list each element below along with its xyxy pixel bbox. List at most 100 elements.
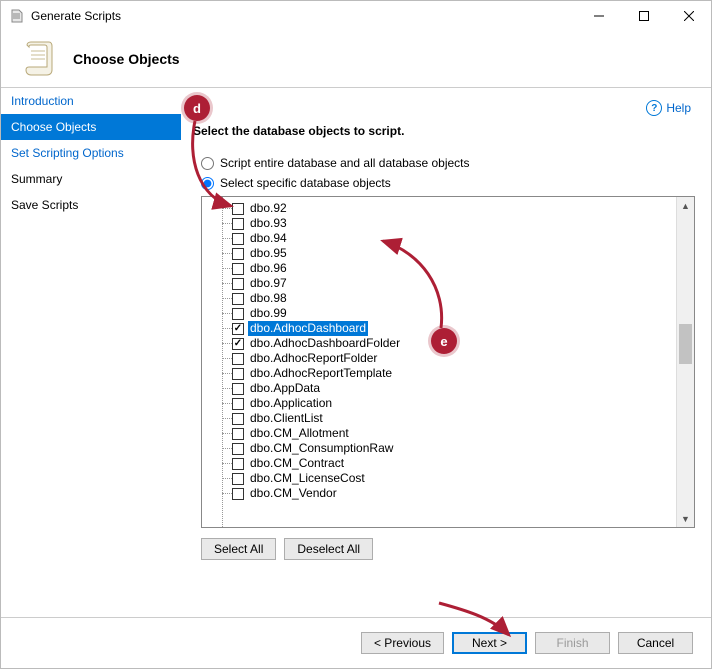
tree-item-label: dbo.92 — [248, 201, 289, 216]
scrollbar[interactable]: ▲ ▼ — [676, 197, 694, 527]
cancel-button[interactable]: Cancel — [618, 632, 693, 654]
radio-entire-database-label: Script entire database and all database … — [220, 156, 470, 170]
wizard-step-save-scripts: Save Scripts — [1, 192, 181, 218]
scroll-thumb[interactable] — [679, 324, 692, 364]
scroll-track[interactable] — [677, 214, 694, 510]
tree-item-label: dbo.CM_Contract — [248, 456, 346, 471]
tree-item[interactable]: dbo.Application — [232, 396, 676, 411]
select-all-button[interactable]: Select All — [201, 538, 276, 560]
tree-item-label: dbo.CM_ConsumptionRaw — [248, 441, 395, 456]
tree-item[interactable]: dbo.AdhocDashboardFolder — [232, 336, 676, 351]
app-icon — [9, 8, 25, 24]
checkbox[interactable] — [232, 488, 244, 500]
checkbox[interactable] — [232, 353, 244, 365]
object-tree-list[interactable]: dbo.92dbo.93dbo.94dbo.95dbo.96dbo.97dbo.… — [202, 197, 676, 527]
checkbox[interactable] — [232, 428, 244, 440]
tree-item-label: dbo.CM_LicenseCost — [248, 471, 367, 486]
body: IntroductionChoose ObjectsSet Scripting … — [1, 88, 711, 617]
main-panel: ? Help Select the database objects to sc… — [181, 88, 711, 617]
tree-item-label: dbo.93 — [248, 216, 289, 231]
tree-item-label: dbo.AdhocReportFolder — [248, 351, 379, 366]
radio-specific-objects-input[interactable] — [201, 177, 214, 190]
help-link[interactable]: ? Help — [646, 100, 691, 116]
next-button[interactable]: Next > — [452, 632, 527, 654]
tree-item-label: dbo.99 — [248, 306, 289, 321]
checkbox[interactable] — [232, 203, 244, 215]
tree-item[interactable]: dbo.CM_Vendor — [232, 486, 676, 501]
radio-specific-objects[interactable]: Select specific database objects — [201, 176, 695, 190]
checkbox[interactable] — [232, 338, 244, 350]
close-button[interactable] — [666, 2, 711, 31]
wizard-step-summary: Summary — [1, 166, 181, 192]
wizard-step-introduction[interactable]: Introduction — [1, 88, 181, 114]
tree-item-label: dbo.CM_Vendor — [248, 486, 339, 501]
tree-item-label: dbo.94 — [248, 231, 289, 246]
checkbox[interactable] — [232, 383, 244, 395]
previous-button[interactable]: < Previous — [361, 632, 444, 654]
tree-item[interactable]: dbo.CM_ConsumptionRaw — [232, 441, 676, 456]
radio-specific-objects-label: Select specific database objects — [220, 176, 391, 190]
tree-item-label: dbo.ClientList — [248, 411, 325, 426]
finish-button[interactable]: Finish — [535, 632, 610, 654]
tree-item-label: dbo.95 — [248, 246, 289, 261]
checkbox[interactable] — [232, 293, 244, 305]
tree-item[interactable]: dbo.CM_Contract — [232, 456, 676, 471]
checkbox[interactable] — [232, 443, 244, 455]
radio-entire-database-input[interactable] — [201, 157, 214, 170]
maximize-button[interactable] — [621, 2, 666, 31]
tree-item-label: dbo.Application — [248, 396, 334, 411]
scroll-down-button[interactable]: ▼ — [677, 510, 694, 527]
checkbox[interactable] — [232, 458, 244, 470]
tree-item[interactable]: dbo.95 — [232, 246, 676, 261]
tree-item[interactable]: dbo.93 — [232, 216, 676, 231]
wizard-step-set-scripting-options[interactable]: Set Scripting Options — [1, 140, 181, 166]
wizard-sidebar: IntroductionChoose ObjectsSet Scripting … — [1, 88, 181, 617]
help-label: Help — [666, 101, 691, 115]
tree-item[interactable]: dbo.ClientList — [232, 411, 676, 426]
checkbox[interactable] — [232, 278, 244, 290]
tree-item-label: dbo.AdhocDashboardFolder — [248, 336, 402, 351]
tree-item[interactable]: dbo.96 — [232, 261, 676, 276]
tree-item[interactable]: dbo.94 — [232, 231, 676, 246]
tree-item[interactable]: dbo.CM_Allotment — [232, 426, 676, 441]
object-tree: dbo.92dbo.93dbo.94dbo.95dbo.96dbo.97dbo.… — [201, 196, 695, 528]
checkbox[interactable] — [232, 323, 244, 335]
tree-item[interactable]: dbo.AdhocReportTemplate — [232, 366, 676, 381]
checkbox[interactable] — [232, 263, 244, 275]
instruction-text: Select the database objects to script. — [193, 124, 695, 138]
tree-item[interactable]: dbo.92 — [232, 201, 676, 216]
minimize-button[interactable] — [576, 2, 621, 31]
tree-buttons: Select All Deselect All — [201, 538, 695, 560]
scroll-icon — [19, 39, 59, 79]
page-title: Choose Objects — [73, 51, 180, 67]
tree-item-label: dbo.CM_Allotment — [248, 426, 351, 441]
tree-item[interactable]: dbo.97 — [232, 276, 676, 291]
checkbox[interactable] — [232, 248, 244, 260]
checkbox[interactable] — [232, 308, 244, 320]
tree-item[interactable]: dbo.CM_LicenseCost — [232, 471, 676, 486]
scroll-up-button[interactable]: ▲ — [677, 197, 694, 214]
help-icon: ? — [646, 100, 662, 116]
tree-item[interactable]: dbo.AdhocDashboard — [232, 321, 676, 336]
tree-item[interactable]: dbo.99 — [232, 306, 676, 321]
tree-item-label: dbo.98 — [248, 291, 289, 306]
tree-item[interactable]: dbo.98 — [232, 291, 676, 306]
deselect-all-button[interactable]: Deselect All — [284, 538, 373, 560]
tree-item[interactable]: dbo.AppData — [232, 381, 676, 396]
checkbox[interactable] — [232, 413, 244, 425]
page-header: Choose Objects — [1, 31, 711, 87]
checkbox[interactable] — [232, 473, 244, 485]
checkbox[interactable] — [232, 233, 244, 245]
wizard-step-choose-objects[interactable]: Choose Objects — [1, 114, 181, 140]
wizard-footer: < Previous Next > Finish Cancel — [1, 618, 711, 668]
titlebar: Generate Scripts — [1, 1, 711, 31]
checkbox[interactable] — [232, 368, 244, 380]
window-title: Generate Scripts — [31, 9, 576, 23]
tree-item-label: dbo.96 — [248, 261, 289, 276]
radio-entire-database[interactable]: Script entire database and all database … — [201, 156, 695, 170]
tree-item[interactable]: dbo.AdhocReportFolder — [232, 351, 676, 366]
tree-item-label: dbo.AppData — [248, 381, 322, 396]
checkbox[interactable] — [232, 218, 244, 230]
tree-item-label: dbo.AdhocReportTemplate — [248, 366, 394, 381]
checkbox[interactable] — [232, 398, 244, 410]
